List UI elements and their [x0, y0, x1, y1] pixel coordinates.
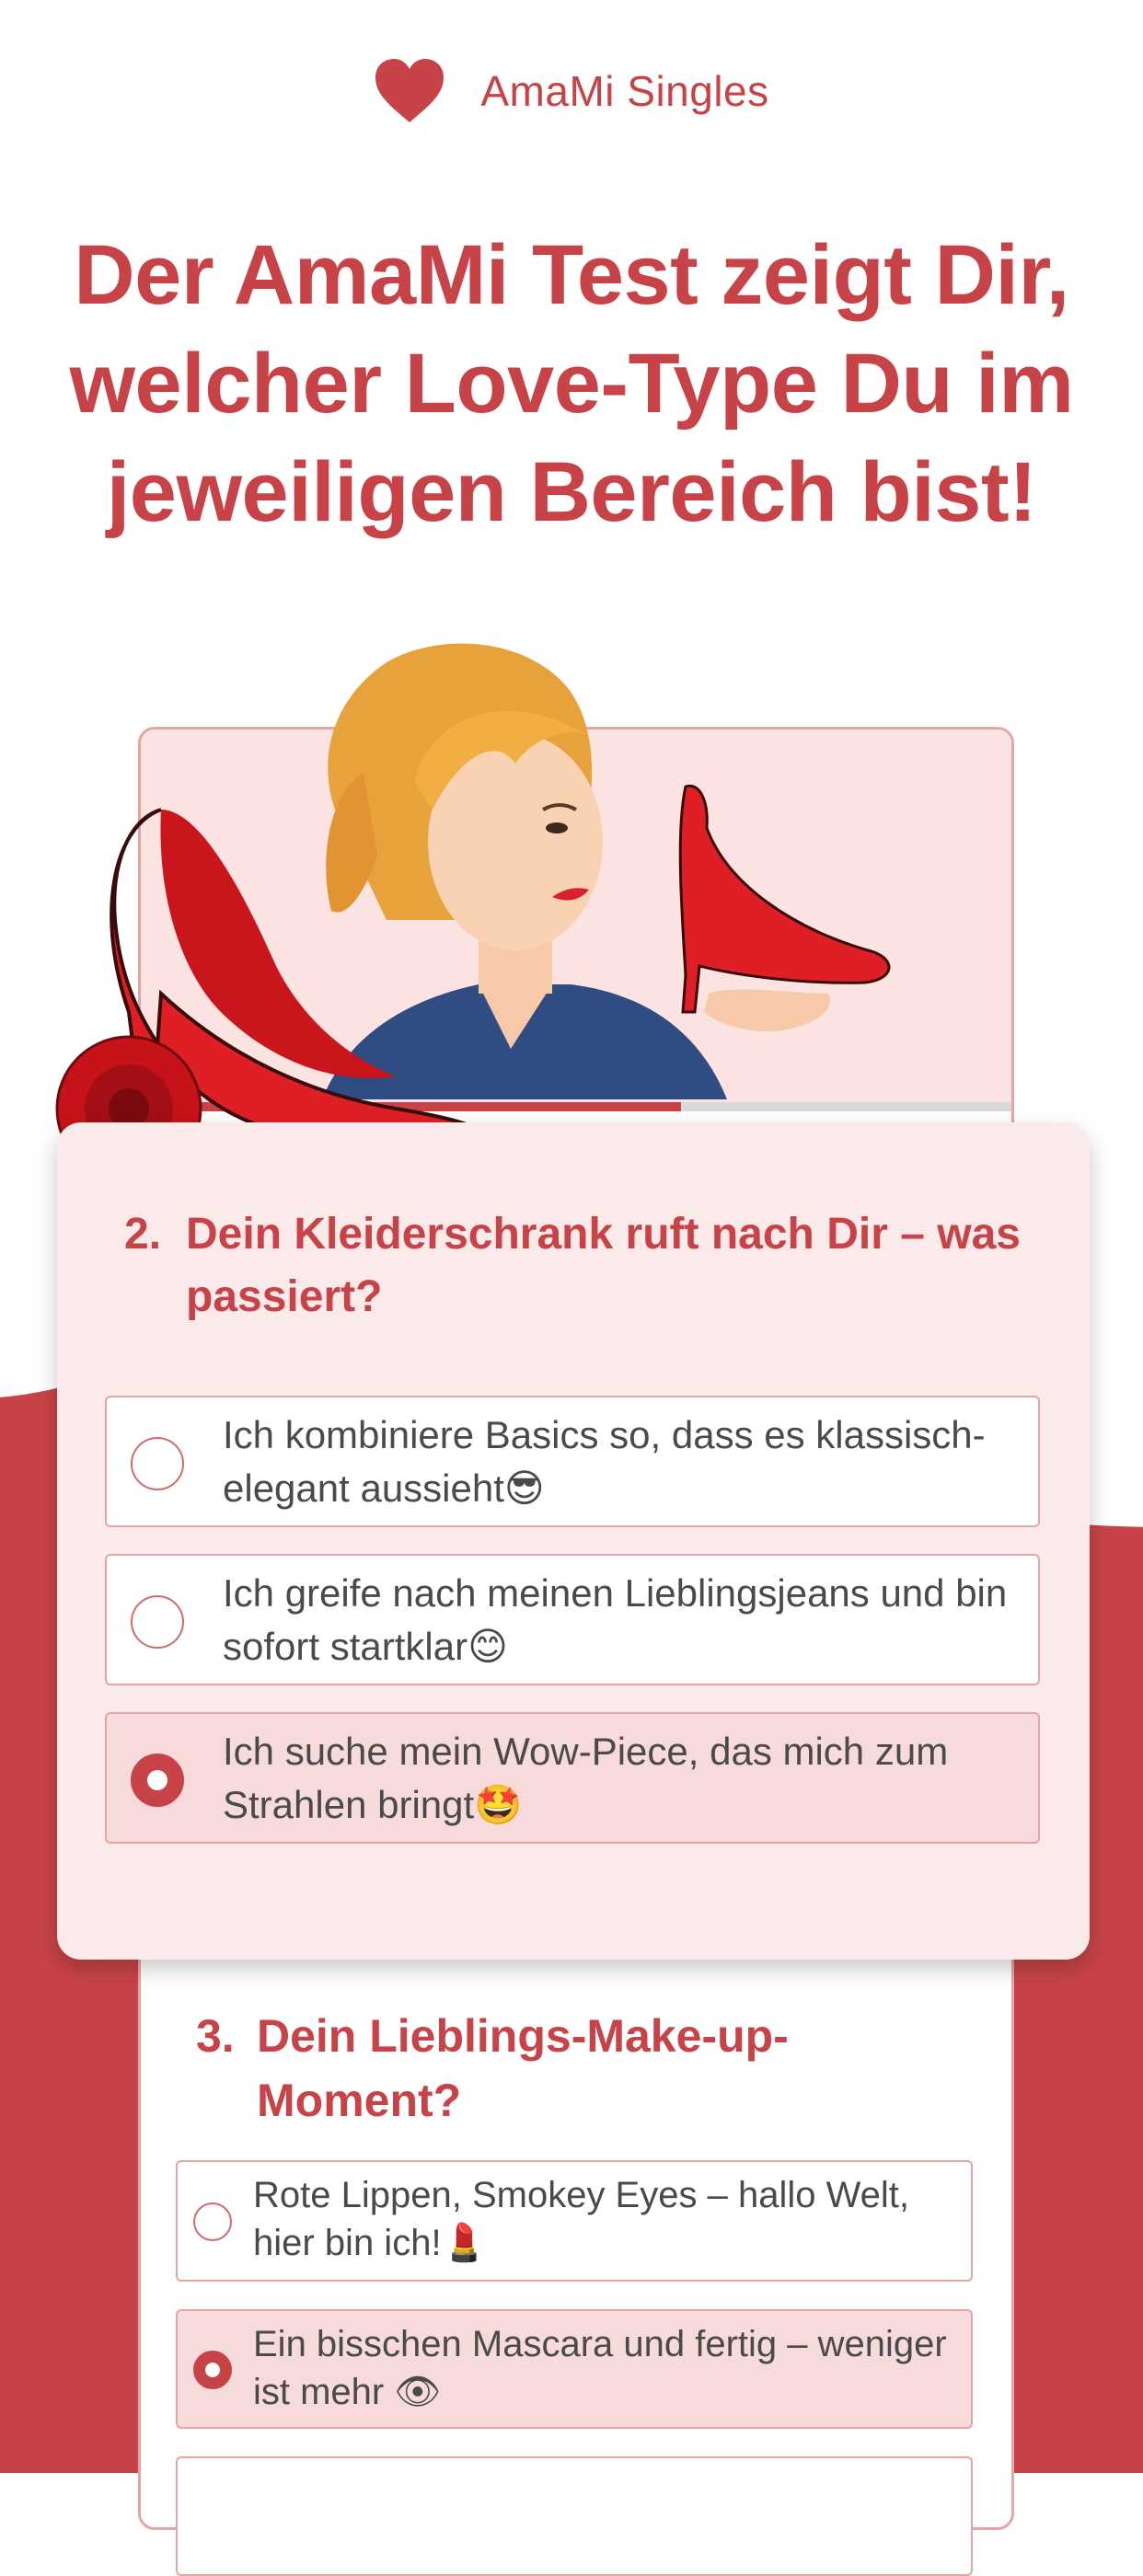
- question-3-title: 3. Dein Lieblings-Make-up-Moment?: [196, 2004, 901, 2133]
- question-3-text: Dein Lieblings-Make-up-Moment?: [257, 2010, 789, 2126]
- option-label: Rote Lippen, Smokey Eyes – hallo Welt, h…: [253, 2175, 909, 2264]
- option-label: Ein bisschen Mascara und fertig – wenige…: [253, 2324, 947, 2413]
- eye-icon: 👁: [394, 2371, 442, 2413]
- question-2-option-1[interactable]: Ich kombiniere Basics so, dass es klassi…: [105, 1396, 1040, 1527]
- radio-button[interactable]: [193, 2202, 232, 2241]
- sunglasses-emoji-icon: 😎: [503, 1466, 545, 1511]
- option-label: Ich kombiniere Basics so, dass es klassi…: [223, 1413, 986, 1511]
- question-3-number: 3.: [196, 2010, 235, 2062]
- option-label: Ich greife nach meinen Lieblingsjeans un…: [223, 1571, 1008, 1669]
- radio-button-selected[interactable]: [193, 2351, 232, 2389]
- question-3-option-1[interactable]: Rote Lippen, Smokey Eyes – hallo Welt, h…: [176, 2160, 973, 2282]
- question-2-text: Dein Kleiderschrank ruft nach Dir – was …: [186, 1210, 1021, 1321]
- question-3-option-2[interactable]: Ein bisschen Mascara und fertig – wenige…: [176, 2309, 973, 2429]
- question-2-number: 2.: [124, 1210, 162, 1259]
- question-2-title: 2. Dein Kleiderschrank ruft nach Dir – w…: [124, 1203, 1106, 1328]
- star-struck-emoji-icon: 🤩: [474, 1782, 523, 1827]
- lipstick-icon: 💄: [441, 2222, 488, 2264]
- option-label: Ich suche mein Wow-Piece, das mich zum S…: [223, 1730, 949, 1827]
- smile-emoji-icon: 😊: [468, 1624, 508, 1669]
- question-2-option-3[interactable]: Ich suche mein Wow-Piece, das mich zum S…: [105, 1712, 1040, 1844]
- question-3-option-3[interactable]: [176, 2456, 973, 2576]
- radio-button[interactable]: [131, 1437, 184, 1490]
- radio-button-selected[interactable]: [131, 1754, 184, 1807]
- question-2-option-2[interactable]: Ich greife nach meinen Lieblingsjeans un…: [105, 1554, 1040, 1685]
- quiz-question-card: 2. Dein Kleiderschrank ruft nach Dir – w…: [57, 1122, 1090, 1960]
- illustration-woman-with-shoes: [55, 643, 891, 1196]
- radio-button[interactable]: [131, 1595, 184, 1649]
